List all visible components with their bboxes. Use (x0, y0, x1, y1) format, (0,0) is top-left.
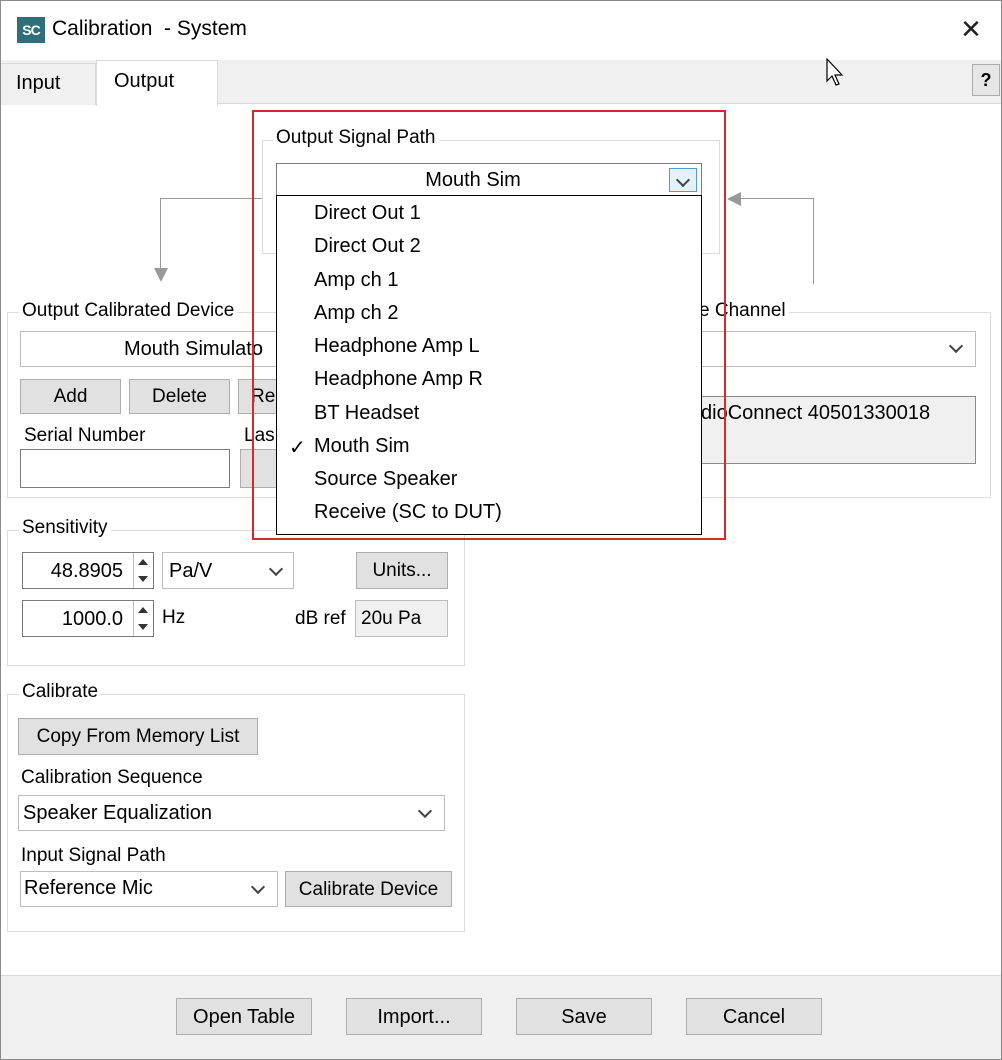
add-button[interactable]: Add (20, 379, 121, 414)
arrow-down-icon (154, 268, 168, 282)
frequency-unit-label: Hz (162, 607, 186, 628)
frequency-value: 1000.0 (61, 608, 123, 630)
serial-number-label: Serial Number (24, 425, 146, 446)
output-calibrated-device-label: Output Calibrated Device (19, 300, 238, 322)
dropdown-option[interactable]: Amp ch 1 (314, 269, 398, 292)
cancel-button[interactable]: Cancel (686, 998, 822, 1035)
tab-output[interactable]: Output (96, 60, 218, 106)
import-button[interactable]: Import... (346, 998, 482, 1035)
calibration-sequence-select[interactable]: Speaker Equalization (18, 795, 445, 831)
spinner-arrows-icon[interactable] (133, 601, 151, 636)
sensitivity-label: Sensitivity (19, 517, 111, 539)
dbref-value: 20u Pa (361, 608, 422, 629)
frequency-stepper[interactable]: 1000.0 (22, 600, 154, 637)
dropdown-option[interactable]: Headphone Amp L (314, 335, 480, 358)
sensitivity-group (7, 530, 465, 666)
spinner-arrows-icon[interactable] (133, 553, 151, 588)
calibration-sequence-value: Speaker Equalization (23, 802, 213, 824)
channel-combo[interactable] (700, 331, 976, 367)
channel-device-list[interactable]: dioConnect 40501330018 (700, 396, 976, 464)
sensitivity-unit-select[interactable]: Pa/V (162, 552, 294, 589)
chevron-down-icon[interactable] (245, 876, 273, 902)
calibrate-device-button[interactable]: Calibrate Device (285, 871, 452, 907)
dropdown-option[interactable]: Amp ch 2 (314, 302, 398, 325)
input-signal-path-value: Reference Mic (24, 877, 153, 899)
channel-device-item[interactable]: dioConnect 40501330018 (701, 402, 930, 425)
help-button[interactable]: ? (972, 64, 1000, 96)
close-icon[interactable]: ✕ (950, 14, 992, 46)
dropdown-option[interactable]: Headphone Amp R (314, 368, 483, 391)
input-signal-path-select[interactable]: Reference Mic (20, 871, 278, 907)
mouse-cursor-icon (826, 58, 844, 86)
window-title: Calibration - System (52, 17, 247, 40)
checkmark-icon: ✓ (289, 437, 306, 459)
connector-line (813, 198, 814, 284)
connector-line (160, 198, 262, 199)
dropdown-option-selected[interactable]: Mouth Sim (314, 435, 410, 458)
dropdown-option[interactable]: Direct Out 1 (314, 202, 421, 225)
connector-line (740, 198, 814, 199)
connector-line (160, 198, 161, 270)
units-button[interactable]: Units... (356, 552, 448, 589)
sensitivity-value: 48.8905 (50, 560, 123, 582)
chevron-down-icon[interactable] (943, 336, 971, 362)
output-calibrated-device-value: Mouth Simulato (124, 338, 263, 360)
dropdown-option[interactable]: Source Speaker (314, 468, 457, 491)
open-table-button[interactable]: Open Table (176, 998, 312, 1035)
arrow-left-icon (727, 192, 741, 206)
dropdown-option[interactable]: Direct Out 2 (314, 235, 421, 258)
dropdown-option[interactable]: Receive (SC to DUT) (314, 501, 502, 524)
dbref-field: 20u Pa (355, 600, 448, 637)
delete-button[interactable]: Delete (129, 379, 230, 414)
input-signal-path-label: Input Signal Path (21, 845, 166, 866)
sensitivity-unit-value: Pa/V (169, 560, 213, 582)
app-logo-icon: SC (17, 17, 45, 43)
serial-number-input[interactable] (20, 449, 230, 488)
output-signal-path-dropdown[interactable]: Direct Out 1 Direct Out 2 Amp ch 1 Amp c… (276, 195, 702, 535)
copy-from-memory-list-button[interactable]: Copy From Memory List (18, 718, 258, 755)
calibration-sequence-label: Calibration Sequence (21, 767, 203, 788)
chevron-down-icon[interactable] (263, 558, 291, 584)
tab-input[interactable]: Input (0, 63, 96, 105)
sensitivity-stepper[interactable]: 48.8905 (22, 552, 154, 589)
footer-bar (0, 975, 1002, 1060)
save-button[interactable]: Save (516, 998, 652, 1035)
dropdown-option[interactable]: BT Headset (314, 402, 419, 425)
chevron-down-icon[interactable] (412, 800, 440, 826)
dbref-label: dB ref (295, 608, 346, 629)
calibrate-label: Calibrate (19, 681, 102, 703)
